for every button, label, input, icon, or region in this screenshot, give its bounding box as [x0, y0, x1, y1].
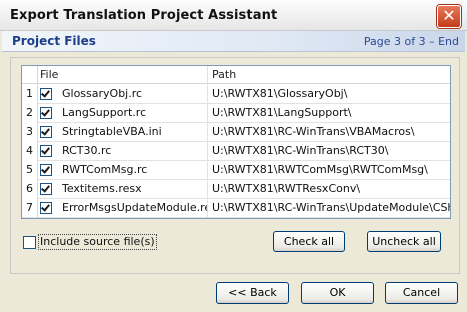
row-checkbox[interactable] — [40, 183, 52, 195]
table-row[interactable]: 6 Textitems.resx U:\RWTX81\RWTResxConv\ — [22, 179, 450, 199]
row-number: 2 — [22, 103, 38, 122]
check-all-button[interactable]: Check all — [273, 231, 345, 252]
file-cell: LangSupport.rc — [62, 106, 147, 119]
row-checkbox[interactable] — [40, 164, 52, 176]
file-cell: RWTComMsg.rc — [62, 163, 148, 176]
window-title: Export Translation Project Assistant — [10, 8, 278, 23]
table-row[interactable]: 4 RCT30.rc U:\RWTX81\RC-WinTrans\RCT30\ — [22, 141, 450, 161]
row-number: 6 — [22, 179, 38, 198]
file-cell: ErrorMsgsUpdateModule.resx — [62, 201, 207, 214]
path-cell: U:\RWTX81\RC-WinTrans\RCT30\ — [212, 144, 389, 157]
row-checkbox[interactable] — [40, 88, 52, 100]
column-header-path[interactable]: Path — [212, 67, 236, 82]
cancel-button[interactable]: Cancel — [385, 282, 458, 304]
row-checkbox[interactable] — [40, 107, 52, 119]
file-cell: StringtableVBA.ini — [62, 125, 162, 138]
row-number: 3 — [22, 122, 38, 141]
close-icon[interactable]: ✕ — [437, 5, 461, 28]
header-separator — [37, 66, 38, 83]
title-bar: Export Translation Project Assistant ✕ — [0, 0, 467, 31]
row-number: 5 — [22, 160, 38, 179]
row-checkbox[interactable] — [40, 202, 52, 214]
ok-button[interactable]: OK — [301, 282, 374, 304]
path-cell: U:\RWTX81\LangSupport\ — [212, 106, 352, 119]
table-row[interactable]: 7 ErrorMsgsUpdateModule.resx U:\RWTX81\R… — [22, 198, 450, 218]
row-checkbox[interactable] — [40, 145, 52, 157]
uncheck-all-button[interactable]: Uncheck all — [367, 231, 441, 252]
row-number: 1 — [22, 84, 38, 103]
page-indicator: Page 3 of 3 – End — [363, 35, 459, 48]
path-cell: U:\RWTX81\RC-WinTrans\UpdateModule\CShar… — [212, 201, 450, 214]
row-number: 7 — [22, 198, 38, 217]
path-cell: U:\RWTX81\RWTComMsg\RWTComMsg\ — [212, 163, 428, 176]
include-source-checkbox[interactable] — [23, 236, 36, 249]
table-row[interactable]: 1 GlossaryObj.rc U:\RWTX81\GlossaryObj\ — [22, 84, 450, 104]
include-source-label[interactable]: Include source file(s) — [38, 234, 157, 250]
path-cell: U:\RWTX81\RWTResxConv\ — [212, 182, 361, 195]
path-cell: U:\RWTX81\RC-WinTrans\VBAMacros\ — [212, 125, 415, 138]
table-row[interactable]: 3 StringtableVBA.ini U:\RWTX81\RC-WinTra… — [22, 122, 450, 142]
project-files-grid: File Path 1 GlossaryObj.rc U:\RWTX81\Glo… — [21, 65, 451, 219]
path-cell: U:\RWTX81\GlossaryObj\ — [212, 87, 348, 100]
column-header-file[interactable]: File — [40, 67, 58, 82]
file-cell: Textitems.resx — [62, 182, 142, 195]
table-row[interactable]: 5 RWTComMsg.rc U:\RWTX81\RWTComMsg\RWTCo… — [22, 160, 450, 180]
page-header: Project Files Page 3 of 3 – End — [2, 31, 465, 52]
file-cell: RCT30.rc — [62, 144, 112, 157]
row-number: 4 — [22, 141, 38, 160]
back-button[interactable]: << Back — [216, 282, 289, 304]
page-title: Project Files — [12, 34, 96, 48]
file-cell: GlossaryObj.rc — [62, 87, 143, 100]
export-assistant-window: Export Translation Project Assistant ✕ P… — [0, 0, 467, 312]
table-row[interactable]: 2 LangSupport.rc U:\RWTX81\LangSupport\ — [22, 103, 450, 123]
row-checkbox[interactable] — [40, 126, 52, 138]
grid-header: File Path — [22, 66, 450, 84]
